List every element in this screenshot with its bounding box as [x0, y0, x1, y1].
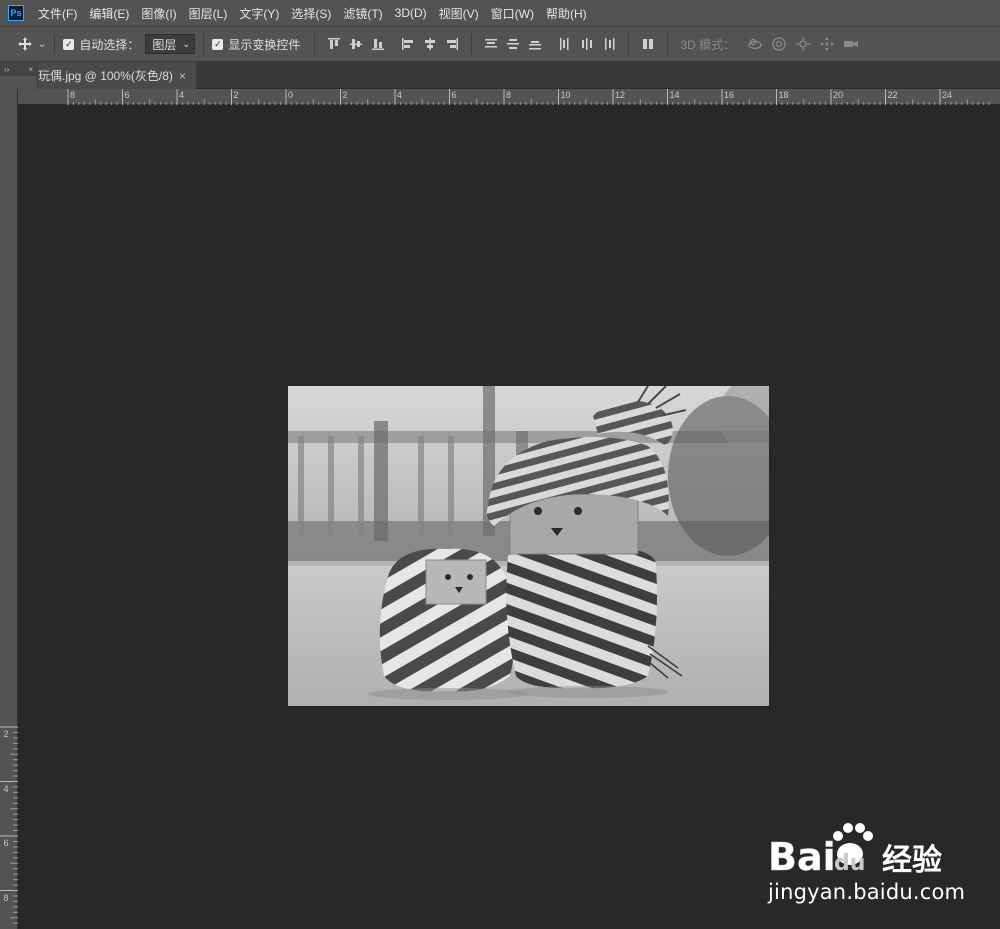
distribute-vertical-center-icon[interactable] [502, 34, 524, 54]
auto-select-checkbox[interactable]: ✓ [63, 38, 75, 50]
menu-3d[interactable]: 3D(D) [395, 6, 427, 20]
collapse-icon[interactable]: ›› [4, 65, 9, 74]
3d-mode-label: 3D 模式： [680, 37, 736, 52]
align-vertical-center-icon[interactable] [345, 34, 367, 54]
ruler-ticks [0, 726, 18, 924]
svg-text:Bai: Bai [768, 835, 836, 878]
3d-pan-icon[interactable] [791, 34, 815, 54]
ruler-label: 22 [887, 90, 898, 100]
tools-panel-header: ›› × [0, 62, 37, 76]
align-bottom-icon[interactable] [367, 34, 389, 54]
align-left-icon[interactable] [397, 34, 419, 54]
photoshop-logo-icon[interactable]: Ps [8, 5, 24, 21]
menu-help[interactable]: 帮助(H) [546, 5, 587, 22]
ruler-label: 18 [778, 90, 789, 100]
svg-text:du: du [834, 851, 865, 876]
close-icon[interactable]: × [179, 69, 186, 83]
3d-roll-icon[interactable] [767, 34, 791, 54]
ruler-label: 4 [397, 90, 403, 100]
ruler-label: 6 [124, 90, 130, 100]
ruler-label: 24 [942, 90, 953, 100]
ruler-label: 0 [288, 90, 294, 100]
distribute-bottom-icon[interactable] [524, 34, 546, 54]
3d-slide-icon[interactable] [815, 34, 839, 54]
ruler-label: 16 [724, 90, 735, 100]
divider [54, 34, 56, 54]
dropdown-value: 图层 [152, 37, 177, 52]
document-image[interactable] [288, 386, 769, 706]
distribute-horizontal-center-icon[interactable] [576, 34, 598, 54]
menu-select[interactable]: 选择(S) [291, 5, 331, 22]
menu-window[interactable]: 窗口(W) [491, 5, 534, 22]
auto-select-target-dropdown[interactable]: 图层 ⌄ [145, 34, 196, 54]
menu-layer[interactable]: 图层(L) [189, 5, 228, 22]
align-horizontal-center-icon[interactable] [419, 34, 441, 54]
divider [471, 34, 473, 54]
ruler-label: 2 [342, 90, 348, 100]
3d-camera-icon[interactable] [839, 34, 863, 54]
align-top-icon[interactable] [323, 34, 345, 54]
ruler-label: 4 [179, 90, 185, 100]
auto-select-label: 自动选择： [79, 37, 140, 52]
menu-filter[interactable]: 滤镜(T) [343, 5, 382, 22]
options-bar: ⌄ ✓ 自动选择： 图层 ⌄ ✓ 显示变换控件 3D 模式： [0, 26, 1000, 62]
auto-align-layers-icon[interactable] [637, 34, 659, 54]
3d-orbit-icon[interactable] [743, 34, 767, 54]
ruler-label: 12 [615, 90, 626, 100]
menu-type[interactable]: 文字(Y) [239, 5, 279, 22]
divider [203, 34, 205, 54]
svg-text:经验: 经验 [882, 843, 942, 878]
ruler-label: 20 [833, 90, 844, 100]
document-tab-title: 玩偶.jpg @ 100%(灰色/8) * [38, 69, 174, 83]
menu-bar: Ps 文件(F) 编辑(E) 图像(I) 图层(L) 文字(Y) 选择(S) 滤… [0, 0, 1000, 26]
chevron-down-icon[interactable]: ⌄ [38, 39, 46, 50]
document-tab-bar: 玩偶.jpg @ 100%(灰色/8) * × [38, 62, 1000, 89]
align-right-icon[interactable] [441, 34, 463, 54]
ruler-label: 2 [233, 90, 239, 100]
ruler-label: 14 [669, 90, 680, 100]
horizontal-ruler: 8 6 4 2 0 2 4 6 8 10 12 14 16 18 20 22 24 [18, 89, 1000, 105]
ruler-label: 8 [506, 90, 512, 100]
menu-view[interactable]: 视图(V) [439, 5, 479, 22]
document-tab[interactable]: 玩偶.jpg @ 100%(灰色/8) * × [38, 62, 196, 89]
watermark-url: jingyan.baidu.com [768, 880, 966, 904]
ruler-label: 10 [560, 90, 571, 100]
menu-edit[interactable]: 编辑(E) [89, 5, 129, 22]
chevron-down-icon: ⌄ [182, 38, 191, 50]
move-tool-preset-icon[interactable] [14, 34, 36, 54]
close-icon[interactable]: × [28, 65, 33, 74]
distribute-top-icon[interactable] [480, 34, 502, 54]
ruler-label: 6 [451, 90, 457, 100]
menu-image[interactable]: 图像(I) [141, 5, 176, 22]
vertical-ruler: 2 4 6 8 [0, 89, 18, 929]
show-transform-checkbox[interactable]: ✓ [212, 38, 224, 50]
ruler-label: 4 [3, 783, 9, 794]
divider [628, 34, 630, 54]
divider [314, 34, 316, 54]
distribute-left-icon[interactable] [554, 34, 576, 54]
divider [667, 34, 669, 54]
distribute-right-icon[interactable] [598, 34, 620, 54]
menu-file[interactable]: 文件(F) [38, 5, 77, 22]
show-transform-label: 显示变换控件 [228, 37, 301, 52]
ruler-label: 2 [3, 729, 9, 739]
ruler-label: 8 [3, 892, 9, 903]
baidu-jingyan-logo: Bai du 经验 [768, 823, 942, 879]
ruler-label: 8 [70, 90, 76, 100]
ruler-label: 6 [3, 838, 9, 848]
watermark: Bai du 经验 jingyan.baidu.com [762, 818, 966, 913]
